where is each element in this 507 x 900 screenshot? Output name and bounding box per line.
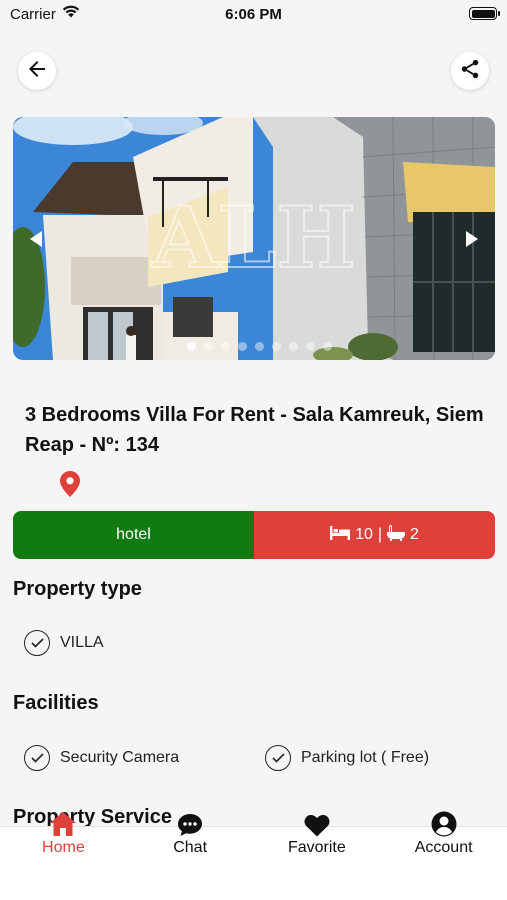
tab-home[interactable]: Home [0,812,127,900]
tab-home-label: Home [42,839,85,856]
check-circle-icon [24,745,50,771]
carousel-dot[interactable] [220,342,230,351]
carousel-dot[interactable] [271,342,281,351]
chat-icon [177,809,203,837]
carousel-dot[interactable] [288,342,298,351]
tab-favorite-label: Favorite [287,839,346,856]
carousel-pagination [13,342,495,351]
location-pin-icon[interactable] [60,471,80,502]
back-button[interactable] [18,52,56,90]
baths-count: 2 [410,526,419,543]
category-label: hotel [116,526,151,543]
image-carousel[interactable]: ALH [13,117,495,360]
villa-photo: ALH [13,117,495,360]
listing-info-bar: hotel 10 | 2 [13,511,495,559]
home-icon [49,809,77,837]
carousel-dot[interactable] [186,342,196,351]
tab-account[interactable]: Account [380,811,507,900]
check-circle-icon [265,745,291,771]
triangle-left-icon [30,231,44,247]
status-bar: Carrier 6:06 PM [0,0,507,30]
svg-text:ALH: ALH [151,188,356,287]
rooms-badge: 10 | 2 [254,511,495,559]
facility-item: Parking lot ( Free) [265,745,429,771]
check-circle-icon [24,630,50,656]
property-type-item: VILLA [24,630,104,656]
clock: 6:06 PM [225,6,282,23]
bath-icon [387,524,406,546]
listing-title: 3 Bedrooms Villa For Rent - Sala Kamreuk… [25,404,484,456]
facilities-heading: Facilities [13,692,99,714]
bottom-tab-bar: Home Chat Favorite Account [0,811,507,900]
category-badge: hotel [13,511,254,559]
battery-icon [469,7,500,20]
facility-item: Security Camera [24,745,179,771]
tab-account-label: Account [414,839,473,856]
carousel-next-button[interactable] [461,229,481,249]
heart-icon [304,809,330,837]
share-icon [459,58,481,85]
rooms-separator: | [377,526,383,543]
carousel-dot[interactable] [322,342,332,351]
bed-icon [330,525,351,545]
beds-count: 10 [355,526,373,543]
property-type-heading: Property type [13,578,142,600]
property-type-label: VILLA [60,634,104,651]
carousel-dot[interactable] [254,342,264,351]
carousel-dot[interactable] [305,342,315,351]
carousel-dot[interactable] [237,342,247,351]
triangle-right-icon [464,231,478,247]
share-button[interactable] [451,52,489,90]
facility-label: Security Camera [60,749,180,766]
account-icon [431,809,457,837]
carousel-dot[interactable] [203,342,213,351]
carousel-prev-button[interactable] [27,229,47,249]
tab-chat[interactable]: Chat [127,814,254,900]
tab-chat-label: Chat [173,839,208,856]
facility-label: Parking lot ( Free) [301,749,430,766]
tab-favorite[interactable]: Favorite [254,815,381,900]
arrow-left-icon [25,57,49,86]
